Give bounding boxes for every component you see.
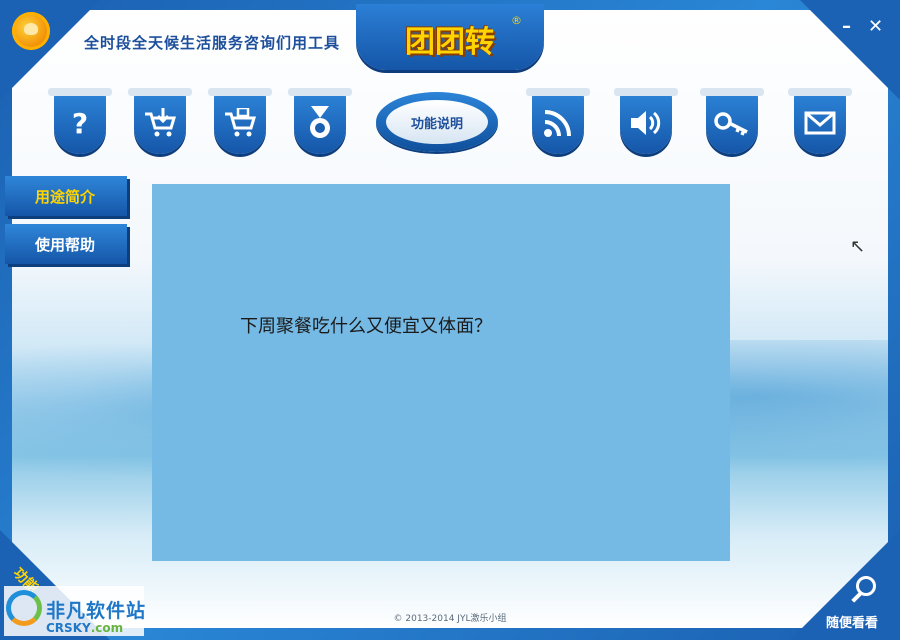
minimize-button[interactable]: – xyxy=(842,16,851,37)
key-icon xyxy=(714,112,748,136)
sidebar-item-label: 使用帮助 xyxy=(35,235,96,254)
mail-button[interactable] xyxy=(788,88,852,154)
key-button[interactable] xyxy=(700,88,764,154)
content-panel: 下周聚餐吃什么又便宜又体面？ xyxy=(152,184,730,561)
rss-button[interactable] xyxy=(526,88,590,154)
sound-button[interactable] xyxy=(614,88,678,154)
help-icon: ? xyxy=(71,106,89,140)
watermark-en-suffix: .com xyxy=(90,621,124,635)
mouse-cursor-icon: ↖ xyxy=(850,236,866,257)
magnifier-icon[interactable] xyxy=(856,576,876,596)
watermark-en-main: CRSKY xyxy=(46,621,91,635)
mail-icon xyxy=(804,111,836,135)
feature-description-label: 功能说明 xyxy=(386,100,488,144)
watermark-logo-icon xyxy=(6,590,42,626)
browse-button[interactable]: 随便看看 xyxy=(826,612,878,631)
app-logo-icon xyxy=(12,12,50,50)
download-cart-icon xyxy=(145,108,177,137)
registered-mark: ® xyxy=(511,14,522,27)
download-button[interactable] xyxy=(128,88,192,154)
content-text: 下周聚餐吃什么又便宜又体面？ xyxy=(240,316,492,337)
help-button[interactable]: ? xyxy=(48,88,112,154)
speaker-icon xyxy=(631,111,661,135)
feature-description-button[interactable]: 功能说明 xyxy=(376,92,498,152)
sidebar-item-label: 用途简介 xyxy=(35,187,96,206)
sidebar-item-usage-help[interactable]: 使用帮助 xyxy=(5,224,127,264)
app-tagline: 全时段全天候生活服务咨询们用工具 xyxy=(84,34,341,52)
cart-button[interactable] xyxy=(208,88,272,154)
medal-icon xyxy=(310,106,330,138)
watermark-cn: 非凡软件站 xyxy=(46,600,147,622)
close-button[interactable]: ✕ xyxy=(868,16,883,37)
corner-decoration-top-right xyxy=(800,0,900,100)
sidebar-item-usage-intro[interactable]: 用途简介 xyxy=(5,176,127,216)
cart-icon xyxy=(225,108,257,137)
watermark-en: CRSKY.com xyxy=(46,621,123,635)
app-title-tab: 团团转 ® xyxy=(356,4,544,70)
rss-icon xyxy=(544,110,571,137)
award-button[interactable] xyxy=(288,88,352,154)
